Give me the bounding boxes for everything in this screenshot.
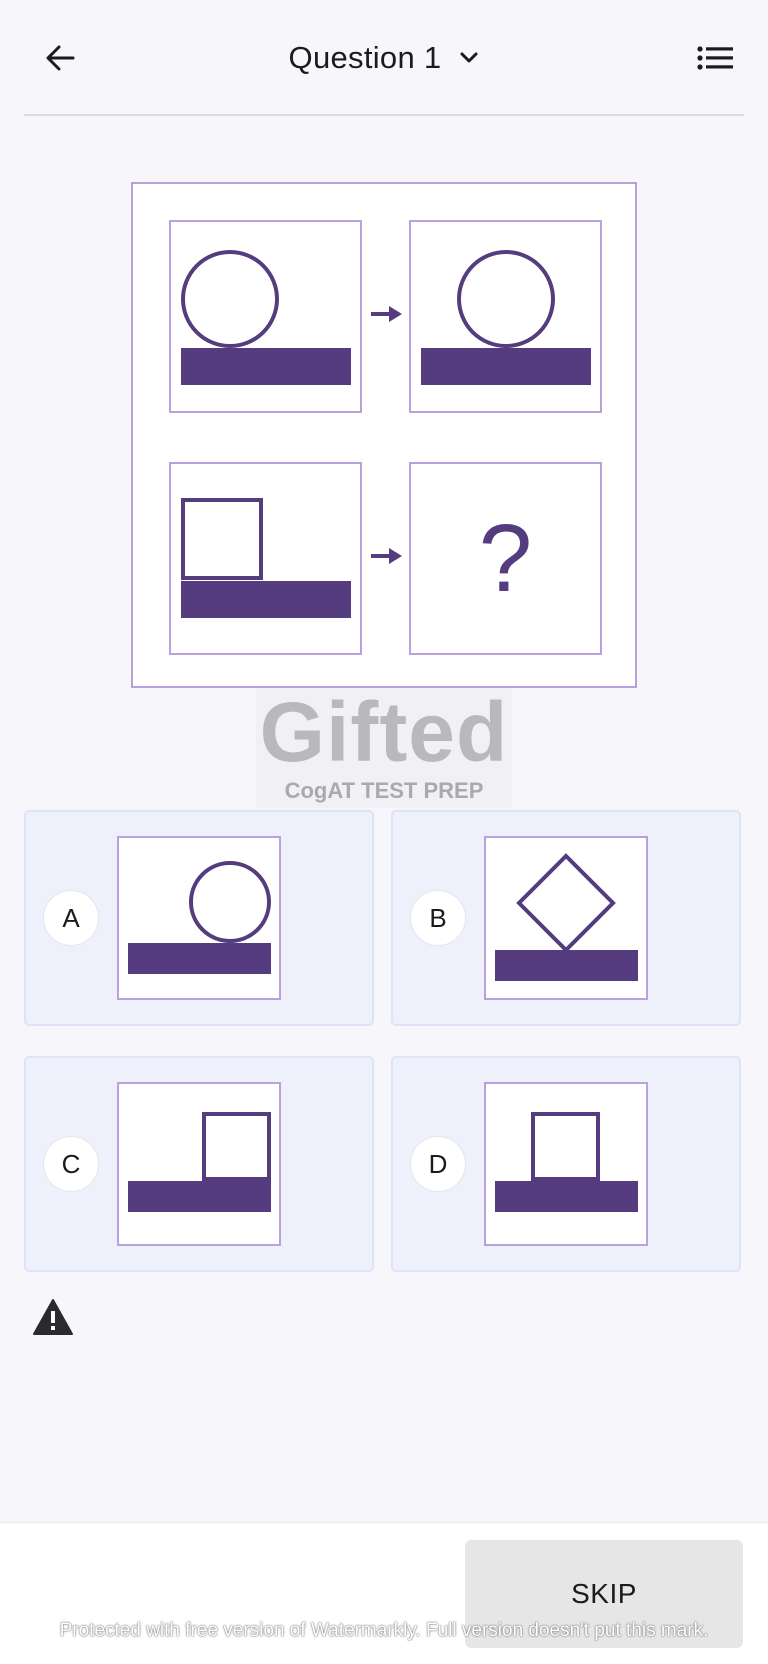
header-divider	[24, 114, 744, 116]
square-on-bar-figure	[181, 498, 351, 618]
question-selector[interactable]: Question 1	[0, 32, 768, 84]
page-title: Question 1	[288, 40, 442, 75]
logo-subtitle: CogAT TEST PREP	[284, 778, 484, 803]
diamond-on-bar-figure	[495, 853, 638, 981]
option-a[interactable]: A	[24, 810, 374, 1026]
square-centered-on-bar-figure	[495, 1112, 638, 1212]
answer-placeholder-cell: ?	[409, 462, 602, 655]
gifted-logo: Gifted CogAT TEST PREP	[256, 685, 512, 808]
square-right-on-bar-figure	[128, 1112, 271, 1212]
option-d-figure	[484, 1082, 648, 1246]
warning-triangle-icon	[33, 1299, 73, 1335]
question-figure: ?	[131, 182, 637, 688]
question-cell-3	[169, 462, 362, 655]
option-a-figure	[117, 836, 281, 1000]
circle-centered-on-bar-figure	[421, 250, 591, 385]
report-issue-button[interactable]	[32, 1298, 74, 1336]
option-b[interactable]: B	[391, 810, 741, 1026]
logo-wordmark: Gifted	[259, 685, 509, 779]
option-c-figure	[117, 1082, 281, 1246]
question-cell-1	[169, 220, 362, 413]
question-list-button[interactable]	[690, 34, 740, 82]
watermark-text: Protected with free version of Watermark…	[59, 1620, 709, 1641]
option-letter: D	[410, 1136, 466, 1192]
option-letter: A	[43, 890, 99, 946]
option-letter: C	[43, 1136, 99, 1192]
arrow-right-icon	[371, 548, 402, 564]
circle-right-on-bar-figure	[128, 861, 271, 974]
arrow-right-icon	[371, 306, 402, 322]
circle-on-bar-figure	[181, 250, 351, 385]
question-cell-2	[409, 220, 602, 413]
option-d[interactable]: D	[391, 1056, 741, 1272]
option-c[interactable]: C	[24, 1056, 374, 1272]
question-mark: ?	[478, 504, 533, 612]
option-b-figure	[484, 836, 648, 1000]
chevron-down-icon	[460, 52, 478, 63]
option-letter: B	[410, 890, 466, 946]
list-icon	[697, 46, 733, 70]
